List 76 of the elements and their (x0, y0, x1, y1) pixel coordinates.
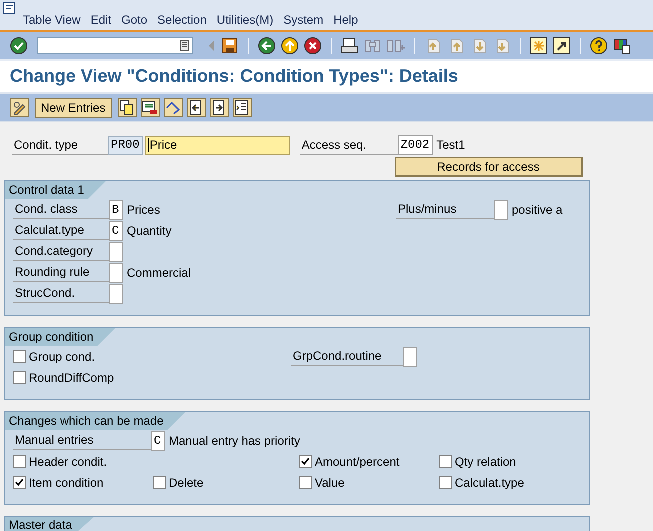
checkbox[interactable] (153, 476, 166, 489)
input-field[interactable]: C (109, 220, 123, 240)
checkbox-label: RoundDiffComp (29, 370, 114, 384)
field-description: Commercial (126, 266, 192, 280)
previous-entry-glyph (188, 100, 204, 116)
print-icon[interactable] (341, 36, 359, 54)
copy-button[interactable] (118, 98, 137, 117)
access-sequence-field[interactable]: Z002 (398, 135, 433, 155)
checkbox[interactable] (439, 455, 452, 468)
next-entry-glyph (211, 100, 228, 116)
checkbox[interactable] (13, 371, 26, 384)
checkbox[interactable] (439, 476, 452, 489)
copy-glyph (119, 100, 136, 116)
menu-item[interactable]: Help (328, 12, 364, 29)
checkbox[interactable] (13, 350, 26, 363)
input-field[interactable] (109, 262, 123, 282)
input-field[interactable] (109, 284, 123, 304)
input-field[interactable] (109, 242, 123, 262)
checkbox[interactable] (13, 476, 26, 489)
group-title: Group condition (5, 328, 116, 346)
condition-type-key: PR00 (108, 136, 143, 154)
undo-glyph (165, 100, 182, 116)
delete-button[interactable] (140, 98, 160, 117)
field-description: positive a (511, 202, 563, 216)
list-icon (180, 40, 189, 51)
group-title: Changes which can be made (5, 412, 186, 430)
condition-name-field[interactable]: Price (144, 136, 290, 154)
field-description: Prices (126, 202, 160, 216)
layout-icon[interactable] (613, 36, 631, 54)
checkbox-label: Delete (169, 476, 204, 490)
cancel-icon[interactable] (304, 36, 322, 54)
checkbox[interactable] (299, 476, 312, 489)
checkbox-label: Amount/percent (315, 454, 400, 468)
input-field[interactable] (494, 200, 508, 220)
shortcut-icon[interactable] (553, 36, 571, 54)
previous-entry-button[interactable] (186, 98, 206, 117)
menu-item[interactable]: Utilities(M) (212, 12, 279, 29)
help-icon[interactable] (590, 36, 608, 54)
field-description: Quantity (126, 224, 172, 238)
checkbox-label: Item condition (29, 476, 104, 490)
save-icon[interactable] (221, 36, 239, 54)
checkbox-label: Header condit. (29, 454, 108, 468)
input-field[interactable] (403, 346, 417, 366)
new-entries-button[interactable]: New Entries (35, 98, 112, 118)
field-description: Manual entry has priority (168, 434, 300, 448)
next-entry-button[interactable] (210, 98, 229, 117)
checkbox-label: Value (315, 476, 345, 490)
menu-item[interactable]: System (278, 12, 329, 29)
field-label: Access seq. (300, 136, 398, 154)
undo-button[interactable] (164, 98, 183, 117)
page-title: Change View "Conditions: Condition Types": Details (9, 65, 460, 87)
menu-item[interactable]: Edit (86, 12, 117, 29)
checkbox[interactable] (13, 455, 26, 468)
menu-item[interactable]: Table View (18, 12, 86, 29)
command-field[interactable] (37, 37, 193, 54)
select-all-glyph (234, 100, 250, 116)
back-icon[interactable] (258, 36, 276, 54)
new-session-icon[interactable] (530, 36, 548, 54)
delete-glyph (142, 100, 158, 116)
group-title: Master data (5, 517, 94, 531)
check-icon[interactable] (10, 36, 28, 54)
menu-item[interactable]: Goto (116, 12, 153, 29)
display-change-button[interactable] (10, 98, 29, 117)
checkbox-label: Group cond. (29, 350, 96, 364)
input-field[interactable]: B (109, 200, 123, 220)
input-field[interactable]: C (151, 430, 165, 450)
field-description: Test1 (436, 138, 466, 152)
group-title: Control data 1 (5, 181, 106, 199)
menu-icon[interactable] (3, 2, 16, 15)
menu-item[interactable]: Selection (152, 12, 212, 29)
records-for-access-button[interactable]: Records for access (395, 157, 583, 177)
checkbox-label: Qty relation (455, 454, 516, 468)
pencil-icon (12, 100, 28, 116)
checkbox-label: Calculat.type (455, 476, 524, 490)
checkbox[interactable] (299, 455, 312, 468)
select-all-button[interactable] (232, 98, 252, 117)
